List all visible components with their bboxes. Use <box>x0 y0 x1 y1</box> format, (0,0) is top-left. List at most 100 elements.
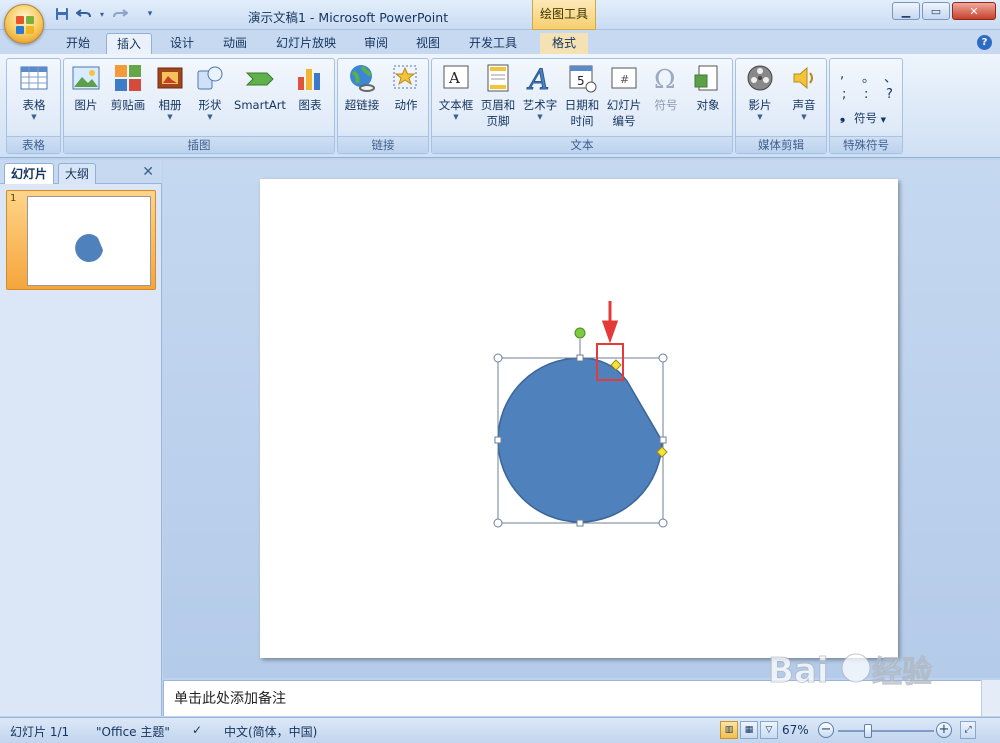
symbol-question[interactable]: ? <box>886 87 893 102</box>
language-indicator[interactable]: 中文(简体，中国) <box>224 723 317 740</box>
chevron-down-icon: ▼ <box>757 113 763 121</box>
tab-home[interactable]: 开始 <box>56 33 100 54</box>
zoom-out-button[interactable]: − <box>818 722 834 738</box>
group-links: 超链接 动作 链接 <box>337 58 429 154</box>
symbol-enum-comma[interactable]: 、 <box>884 67 897 86</box>
symbol-button[interactable]: Ω 符号 <box>646 63 686 113</box>
help-icon[interactable]: ? <box>977 35 992 50</box>
movie-button[interactable]: 影片 ▼ <box>740 63 780 122</box>
minimize-button[interactable]: ▁ <box>892 2 920 20</box>
zoom-in-button[interactable]: + <box>936 722 952 738</box>
object-button[interactable]: 对象 <box>688 63 728 113</box>
slide-number-label-1: 幻灯片 <box>606 98 642 112</box>
resize-handle-top-left[interactable] <box>493 353 503 363</box>
clipart-button[interactable]: 剪贴画 <box>108 63 148 113</box>
tab-outline[interactable]: 大纲 <box>58 163 97 184</box>
drawing-tools-context-tab: 绘图工具 <box>532 0 596 30</box>
resize-handle-bottom[interactable] <box>576 519 584 527</box>
symbol-colon[interactable]: : <box>864 87 868 102</box>
chevron-down-icon: ▼ <box>167 113 173 121</box>
undo-dropdown-icon[interactable]: ▾ <box>98 6 106 22</box>
close-button[interactable]: ✕ <box>952 2 996 20</box>
symbol-comma[interactable]: , <box>840 67 844 82</box>
tab-format[interactable]: 格式 <box>540 33 588 54</box>
datetime-button[interactable]: 5 日期和 时间 <box>562 63 602 129</box>
spellcheck-icon[interactable]: ✓ <box>192 723 202 737</box>
symbol-dot: ❟ <box>840 109 846 124</box>
sound-button[interactable]: 声音 ▼ <box>784 63 824 122</box>
slide-counter: 幻灯片 1/1 <box>10 725 70 739</box>
header-footer-icon <box>483 63 513 93</box>
textbox-button[interactable]: A 文本框 ▼ <box>436 63 476 122</box>
shapes-button[interactable]: 形状 ▼ <box>192 63 228 122</box>
maximize-button[interactable]: ▭ <box>922 2 950 20</box>
quick-access-toolbar: ▾ ▾ <box>54 6 158 22</box>
chart-button[interactable]: 图表 <box>292 63 328 113</box>
film-reel-icon <box>745 63 775 93</box>
normal-view-button[interactable]: ▥ <box>720 721 738 739</box>
hyperlink-button[interactable]: 超链接 <box>342 63 382 113</box>
zoom-level[interactable]: 67% <box>782 723 809 737</box>
office-button[interactable] <box>4 4 44 44</box>
resize-handle-right[interactable] <box>659 436 667 444</box>
symbol-semicolon[interactable]: ; <box>842 87 846 102</box>
pie-shape[interactable] <box>497 357 663 523</box>
action-button[interactable]: 动作 <box>386 63 426 113</box>
tab-slideshow[interactable]: 幻灯片放映 <box>268 33 344 54</box>
slide-canvas[interactable] <box>260 179 898 658</box>
symbol-dropdown[interactable]: 符号 ▼ <box>854 110 886 126</box>
slide-workspace <box>163 160 1000 678</box>
calendar-icon: 5 <box>567 63 597 93</box>
group-table: 表格 ▼ 表格 <box>6 58 61 154</box>
slideshow-view-button[interactable]: ▽ <box>760 721 778 739</box>
zoom-slider-thumb[interactable] <box>864 724 872 738</box>
wordart-label: 艺术字 <box>522 98 558 112</box>
svg-text:#: # <box>620 73 629 86</box>
customize-icon[interactable]: ▾ <box>142 6 158 22</box>
album-button[interactable]: 相册 ▼ <box>152 63 188 122</box>
resize-handle-bottom-right[interactable] <box>658 518 668 528</box>
tab-insert[interactable]: 插入 <box>106 33 152 54</box>
tab-slides[interactable]: 幻灯片 <box>4 163 55 184</box>
object-icon <box>693 63 723 93</box>
tab-developer[interactable]: 开发工具 <box>460 33 526 54</box>
header-footer-label-2: 页脚 <box>486 114 510 128</box>
rotation-handle[interactable] <box>574 327 586 339</box>
picture-button[interactable]: 图片 <box>68 63 104 113</box>
object-label: 对象 <box>696 98 720 112</box>
tab-review[interactable]: 审阅 <box>354 33 398 54</box>
picture-icon <box>71 63 101 93</box>
slide-number-button[interactable]: # 幻灯片 编号 <box>604 63 644 129</box>
status-bar: 幻灯片 1/1 "Office 主题" ✓ 中文(简体，中国) ▥ ▦ ▽ 67… <box>0 717 1000 743</box>
resize-handle-left[interactable] <box>494 436 502 444</box>
title-bar: ▾ ▾ 演示文稿1 - Microsoft PowerPoint 绘图工具 ▁ … <box>0 0 1000 30</box>
sound-label: 声音 <box>792 98 816 112</box>
symbol-period[interactable]: 。 <box>862 67 875 86</box>
slide-thumbnail[interactable]: 1 <box>6 190 156 290</box>
close-icon[interactable]: ✕ <box>142 164 154 180</box>
header-footer-label-1: 页眉和 <box>480 98 516 112</box>
tab-view[interactable]: 视图 <box>406 33 450 54</box>
chart-icon <box>295 63 325 93</box>
wordart-button[interactable]: A 艺术字 ▼ <box>520 63 560 122</box>
resize-handle-top[interactable] <box>576 354 584 362</box>
slide-number-label-2: 编号 <box>612 114 636 128</box>
table-button[interactable]: 表格 ▼ <box>13 63 55 122</box>
tab-animations[interactable]: 动画 <box>212 33 258 54</box>
smartart-button[interactable]: SmartArt <box>232 63 288 113</box>
action-label: 动作 <box>394 98 418 112</box>
slide-sorter-view-button[interactable]: ▦ <box>740 721 758 739</box>
svg-text:5: 5 <box>577 74 585 88</box>
group-special-symbols: , 。 、 ; : ? ❟ 符号 ▼ 特殊符号 <box>829 58 903 154</box>
resize-handle-bottom-left[interactable] <box>493 518 503 528</box>
fit-to-window-button[interactable]: ⤢ <box>960 721 976 739</box>
header-footer-button[interactable]: 页眉和 页脚 <box>478 63 518 129</box>
resize-handle-top-right[interactable] <box>658 353 668 363</box>
textbox-label: 文本框 <box>438 98 474 112</box>
redo-icon[interactable] <box>112 6 128 22</box>
save-icon[interactable] <box>54 6 70 22</box>
slide-thumbnail-canvas <box>27 196 151 286</box>
tab-design[interactable]: 设计 <box>160 33 204 54</box>
zoom-slider[interactable] <box>838 724 934 738</box>
undo-icon[interactable] <box>76 6 92 22</box>
